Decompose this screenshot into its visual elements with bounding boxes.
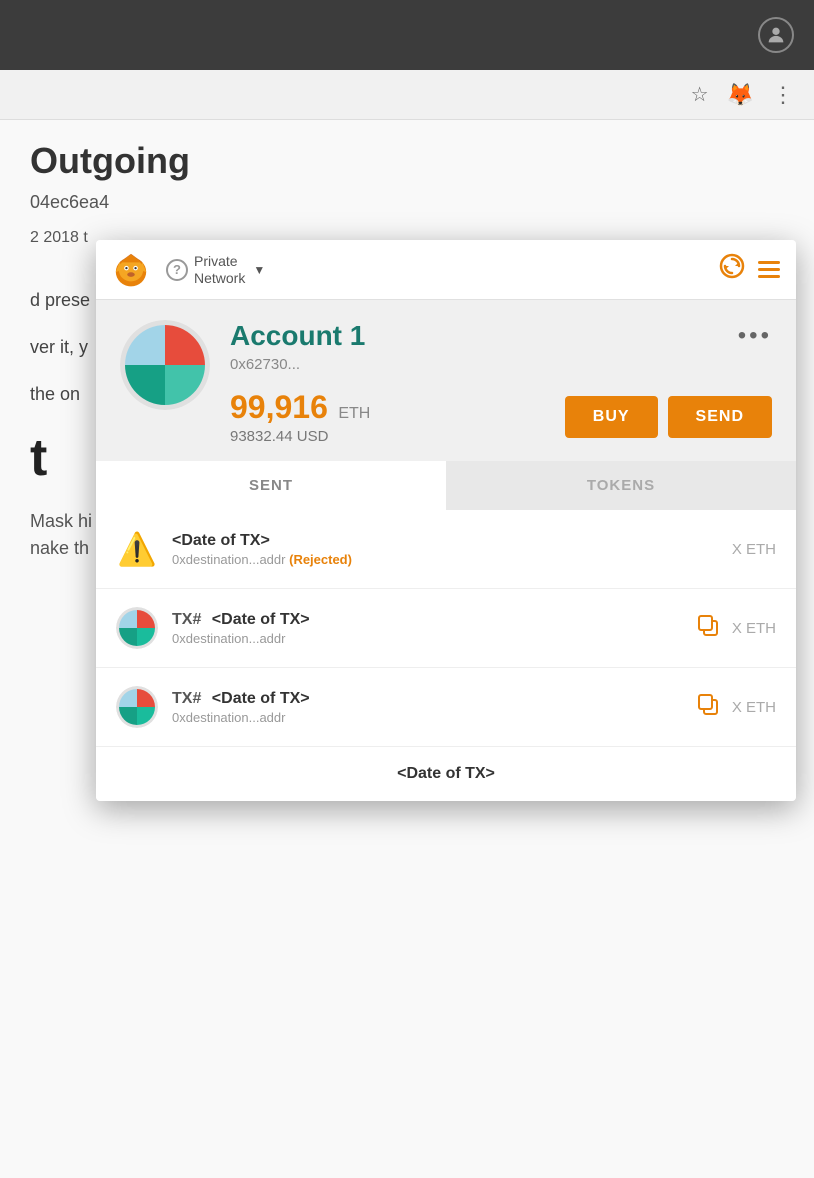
tab-tokens[interactable]: TOKENS: [446, 461, 796, 510]
tx1-amount: X ETH: [732, 620, 776, 637]
action-buttons: BUY SEND: [565, 396, 772, 438]
account-section: Account 1 ••• 0x62730... 99,916 ETH 9383…: [96, 300, 796, 461]
tx2-id: TX#: [172, 690, 201, 707]
tx1-avatar: [116, 607, 158, 649]
tx2-addr: 0xdestination...addr: [172, 710, 682, 725]
tx1-id: TX#: [172, 611, 201, 628]
tx-right-rejected: X ETH: [732, 541, 776, 558]
network-info: ? Private Network ▼: [166, 253, 265, 287]
balance-eth-label: ETH: [338, 405, 370, 422]
send-button[interactable]: SEND: [668, 396, 772, 438]
tx-partial: <Date of TX>: [96, 747, 796, 801]
warning-icon: ⚠️: [116, 528, 158, 570]
balance-info: 99,916 ETH 93832.44 USD: [230, 389, 370, 445]
tx1-details: TX# <Date of TX> 0xdestination...addr: [172, 611, 682, 646]
metamask-logo: [112, 251, 150, 289]
tx-details-rejected: <Date of TX> 0xdestination...addr (Rejec…: [172, 532, 718, 567]
tx-amount-rejected: X ETH: [732, 541, 776, 558]
buy-button[interactable]: BUY: [565, 396, 658, 438]
tabs-row: SENT TOKENS: [96, 461, 796, 510]
metamask-extension-icon[interactable]: 🦊: [727, 82, 754, 108]
browser-menu-icon[interactable]: ⋮: [772, 82, 794, 108]
tx2-right: X ETH: [696, 692, 776, 722]
account-info: Account 1 ••• 0x62730... 99,916 ETH 9383…: [230, 320, 772, 445]
transaction-list: ⚠️ <Date of TX> 0xdestination...addr (Re…: [96, 510, 796, 801]
account-address: 0x62730...: [230, 356, 772, 373]
tx2-avatar: [116, 686, 158, 728]
bg-address: 04ec6ea4: [30, 192, 784, 213]
tx1-right: X ETH: [696, 613, 776, 643]
account-name: Account 1: [230, 320, 365, 352]
bg-text2-prefix: ver it, y: [30, 337, 88, 357]
tx1-date: <Date of TX>: [212, 611, 310, 628]
account-more-button[interactable]: •••: [738, 322, 772, 350]
tx2-date: <Date of TX>: [212, 690, 310, 707]
balance-eth-amount: 99,916: [230, 389, 328, 425]
popup-header: ? Private Network ▼: [96, 240, 796, 300]
metamask-popup: ? Private Network ▼: [96, 240, 796, 801]
star-icon[interactable]: ☆: [691, 82, 709, 107]
tx1-addr: 0xdestination...addr: [172, 631, 682, 646]
copy-icon[interactable]: [696, 613, 720, 643]
balance-usd: 93832.44 USD: [230, 428, 370, 445]
tab-sent[interactable]: SENT: [96, 461, 446, 510]
help-icon[interactable]: ?: [166, 259, 188, 281]
tx2-details: TX# <Date of TX> 0xdestination...addr: [172, 690, 682, 725]
account-avatar: [120, 320, 210, 410]
table-row[interactable]: TX# <Date of TX> 0xdestination...addr X …: [96, 589, 796, 668]
table-row[interactable]: ⚠️ <Date of TX> 0xdestination...addr (Re…: [96, 510, 796, 589]
tx2-amount: X ETH: [732, 699, 776, 716]
hamburger-menu-icon[interactable]: [758, 261, 780, 278]
tx-partial-date: <Date of TX>: [116, 765, 776, 783]
tx-date-rejected: <Date of TX>: [172, 532, 718, 550]
tx-rejected-label: (Rejected): [289, 552, 352, 567]
network-label: Private Network: [194, 253, 245, 287]
tx-addr-rejected: 0xdestination...addr (Rejected): [172, 552, 718, 567]
profile-icon[interactable]: [758, 17, 794, 53]
refresh-icon[interactable]: [718, 252, 746, 287]
bg-page-title: Outgoing: [30, 140, 784, 182]
network-dropdown-arrow[interactable]: ▼: [253, 263, 265, 277]
table-row[interactable]: TX# <Date of TX> 0xdestination...addr X …: [96, 668, 796, 747]
copy-icon-2[interactable]: [696, 692, 720, 722]
